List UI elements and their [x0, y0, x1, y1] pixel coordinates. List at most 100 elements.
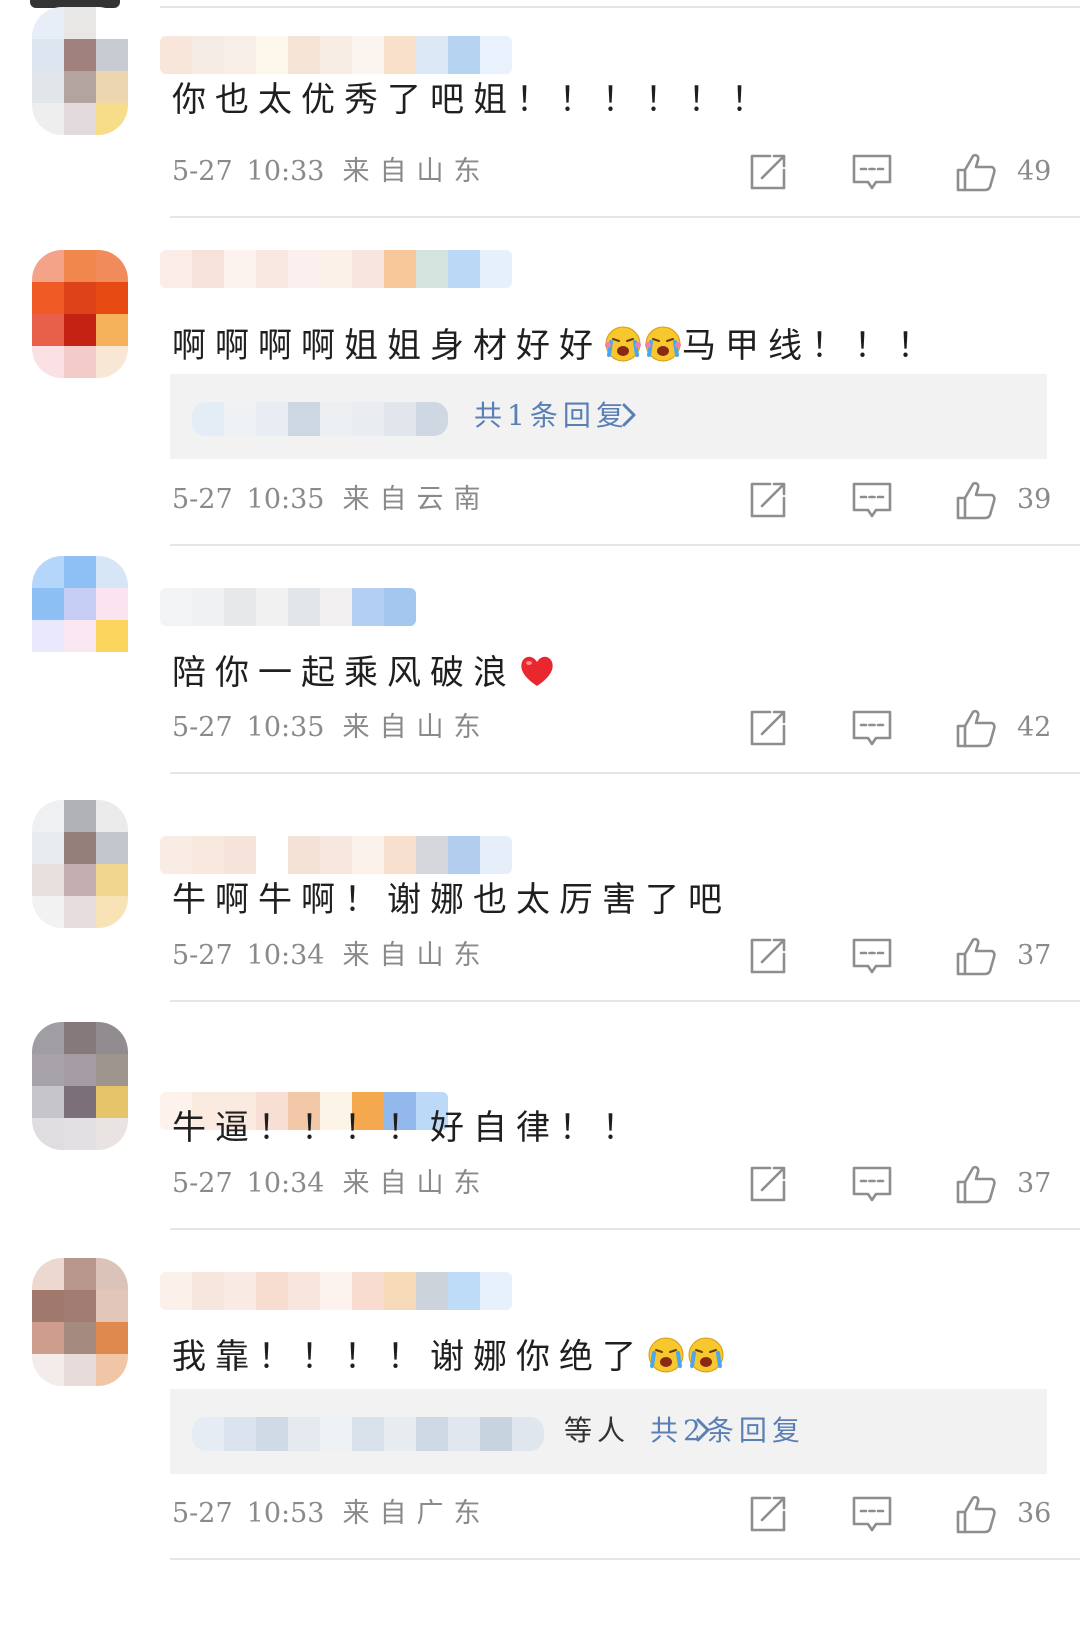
avatar-pixel — [96, 1118, 128, 1150]
thumbs-up-icon[interactable] — [954, 934, 998, 978]
avatar-pixel — [64, 71, 96, 103]
avatar-pixel — [96, 346, 128, 378]
avatar-pixel — [64, 39, 96, 71]
crying-face-emoji — [687, 1336, 725, 1383]
username-pixelated[interactable] — [160, 250, 512, 288]
avatar[interactable] — [32, 7, 128, 135]
comment-text: 牛逼！！！！好自律！！ — [172, 1108, 645, 1148]
avatar-pixel — [96, 1022, 128, 1054]
comment-location: 来自山东 — [342, 1168, 491, 1199]
avatar-pixel — [64, 1022, 96, 1054]
username-pixelated[interactable] — [160, 1272, 512, 1310]
username-pixel — [320, 1272, 352, 1310]
comment-icon[interactable] — [850, 1492, 894, 1536]
comment-date: 5-27 — [172, 712, 233, 743]
comment-icon[interactable] — [850, 150, 894, 194]
comment-date: 5-27 — [172, 484, 233, 515]
avatar-pixel — [64, 1086, 96, 1118]
reply-summary[interactable]: 共1条回复 — [474, 396, 629, 436]
avatar-pixel — [32, 7, 64, 39]
comment-text: 啊啊啊啊姐姐身材好好 马甲线！！！ — [172, 325, 940, 372]
avatar-pixel — [64, 832, 96, 864]
avatar-pixel — [32, 1118, 64, 1150]
avatar-pixel — [64, 346, 96, 378]
username-pixel — [352, 836, 384, 874]
avatar[interactable] — [32, 800, 128, 928]
username-pixelated[interactable] — [160, 36, 512, 74]
avatar-pixel — [96, 314, 128, 346]
reply-username-pixel — [224, 1417, 256, 1451]
username-pixel — [192, 36, 224, 74]
thumbs-up-icon[interactable] — [954, 706, 998, 750]
avatar-pixel — [64, 1322, 96, 1354]
username-pixelated[interactable] — [160, 588, 416, 626]
share-icon[interactable] — [746, 1492, 790, 1536]
avatar-pixel — [64, 864, 96, 896]
avatar-pixel — [32, 71, 64, 103]
avatar-pixel — [64, 620, 96, 652]
share-icon[interactable] — [746, 1162, 790, 1206]
avatar-pixel — [64, 652, 96, 684]
username-pixel — [352, 36, 384, 74]
comment-text: 我靠！！！！谢娜你绝了 — [172, 1336, 725, 1383]
avatar-pixel — [32, 1054, 64, 1086]
thumbs-up-icon[interactable] — [954, 150, 998, 194]
thumbs-up-icon[interactable] — [954, 1162, 998, 1206]
username-pixel — [448, 1272, 480, 1310]
avatar-pixel — [96, 620, 128, 652]
avatar-pixel — [32, 1290, 64, 1322]
username-pixel — [448, 836, 480, 874]
reply-usernames-pixelated — [192, 402, 448, 436]
share-icon[interactable] — [746, 150, 790, 194]
reply-count-text: 共1条回复 — [474, 399, 629, 432]
comment-meta: 5-27 10:34 来自山东 — [172, 938, 490, 974]
comment-icon[interactable] — [850, 706, 894, 750]
avatar-pixel — [64, 800, 96, 832]
username-pixel — [320, 588, 352, 626]
avatar-pixel — [32, 346, 64, 378]
avatar-pixel — [32, 800, 64, 832]
reply-preview[interactable]: 等人 共2条回复 — [170, 1389, 1047, 1474]
comment-time: 10:33 — [246, 156, 325, 187]
share-icon[interactable] — [746, 706, 790, 750]
chevron-right-icon — [692, 1415, 714, 1449]
username-pixel — [224, 36, 256, 74]
username-pixel — [320, 836, 352, 874]
thumbs-up-icon[interactable] — [954, 478, 998, 522]
comment-time: 10:53 — [246, 1498, 325, 1529]
avatar-pixel — [32, 864, 64, 896]
avatar[interactable] — [32, 250, 128, 378]
avatar[interactable] — [32, 1258, 128, 1386]
reply-preview[interactable]: 共1条回复 — [170, 374, 1047, 459]
username-pixel — [256, 36, 288, 74]
comment-meta: 5-27 10:53 来自广东 — [172, 1496, 490, 1532]
avatar-pixel — [64, 1290, 96, 1322]
comment-time: 10:35 — [246, 712, 325, 743]
comment-location: 来自山东 — [342, 712, 491, 743]
avatar[interactable] — [32, 1022, 128, 1150]
avatar-pixel — [96, 71, 128, 103]
reply-username-pixel — [352, 1417, 384, 1451]
reply-username-pixel — [448, 1417, 480, 1451]
avatar[interactable] — [32, 556, 128, 684]
username-pixel — [288, 36, 320, 74]
avatar-pixel — [96, 1354, 128, 1386]
share-icon[interactable] — [746, 934, 790, 978]
username-pixelated[interactable] — [160, 836, 512, 874]
thumbs-up-icon[interactable] — [954, 1492, 998, 1536]
comment-icon[interactable] — [850, 934, 894, 978]
comment-time: 10:34 — [246, 940, 325, 971]
comment-meta: 5-27 10:34 来自山东 — [172, 1166, 490, 1202]
username-pixel — [160, 836, 192, 874]
avatar-pixel — [96, 864, 128, 896]
comment-icon[interactable] — [850, 1162, 894, 1206]
username-pixel — [416, 250, 448, 288]
avatar-pixel — [64, 1258, 96, 1290]
avatar-pixel — [96, 282, 128, 314]
share-icon[interactable] — [746, 478, 790, 522]
reply-username-pixel — [320, 1417, 352, 1451]
comment-icon[interactable] — [850, 478, 894, 522]
reply-summary[interactable]: 等人 共2条回复 — [564, 1411, 805, 1451]
avatar-pixel — [64, 314, 96, 346]
reply-username-pixel — [256, 402, 288, 436]
